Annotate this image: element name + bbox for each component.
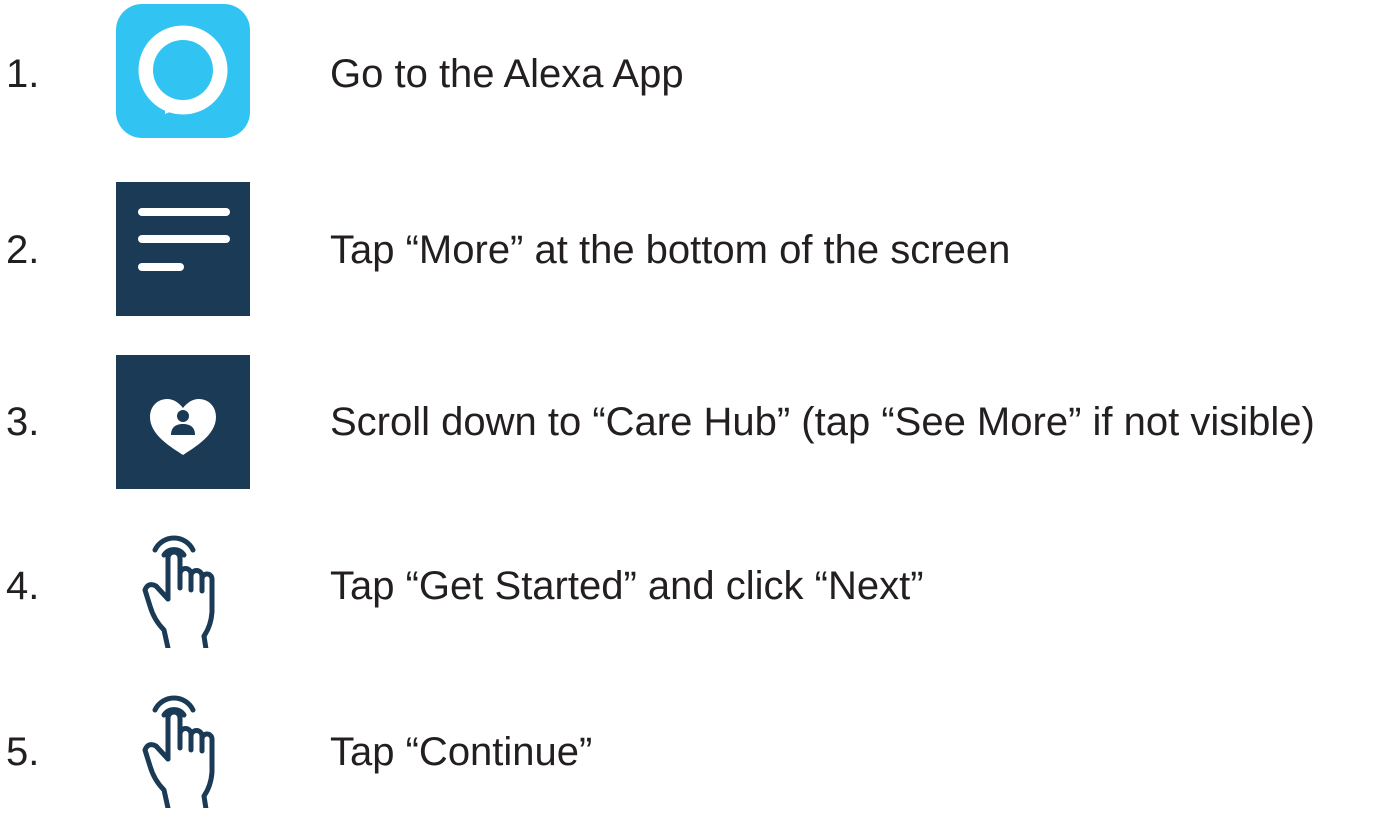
step-5-text: Tap “Continue” <box>330 730 593 774</box>
step-2-text: Tap “More” at the bottom of the screen <box>330 228 1011 272</box>
step-number: 1. <box>6 52 40 96</box>
more-menu-icon <box>116 182 250 316</box>
step-1-text: Go to the Alexa App <box>330 52 684 96</box>
step-2: 2. Tap “More” at the bottom of the scree… <box>0 180 1390 320</box>
tap-hand-icon <box>116 514 250 648</box>
step-4-text: Tap “Get Started” and click “Next” <box>330 564 924 608</box>
step-3: 3. Scroll down to “Care Hub” (tap “See M… <box>0 352 1390 492</box>
step-number: 5. <box>6 730 40 774</box>
step-4: 4. Tap “Get Started” and click “Next” <box>0 516 1390 656</box>
step-3-text: Scroll down to “Care Hub” (tap “See More… <box>330 400 1315 444</box>
step-number: 4. <box>6 564 40 608</box>
care-hub-heart-icon <box>116 355 250 489</box>
alexa-app-icon <box>116 4 250 138</box>
step-5: 5. Tap “Continue” <box>0 682 1390 822</box>
step-number: 3. <box>6 400 40 444</box>
step-number: 2. <box>6 228 40 272</box>
tap-hand-icon <box>116 674 250 808</box>
step-1: 1. Go to the Alexa App <box>0 4 1390 144</box>
